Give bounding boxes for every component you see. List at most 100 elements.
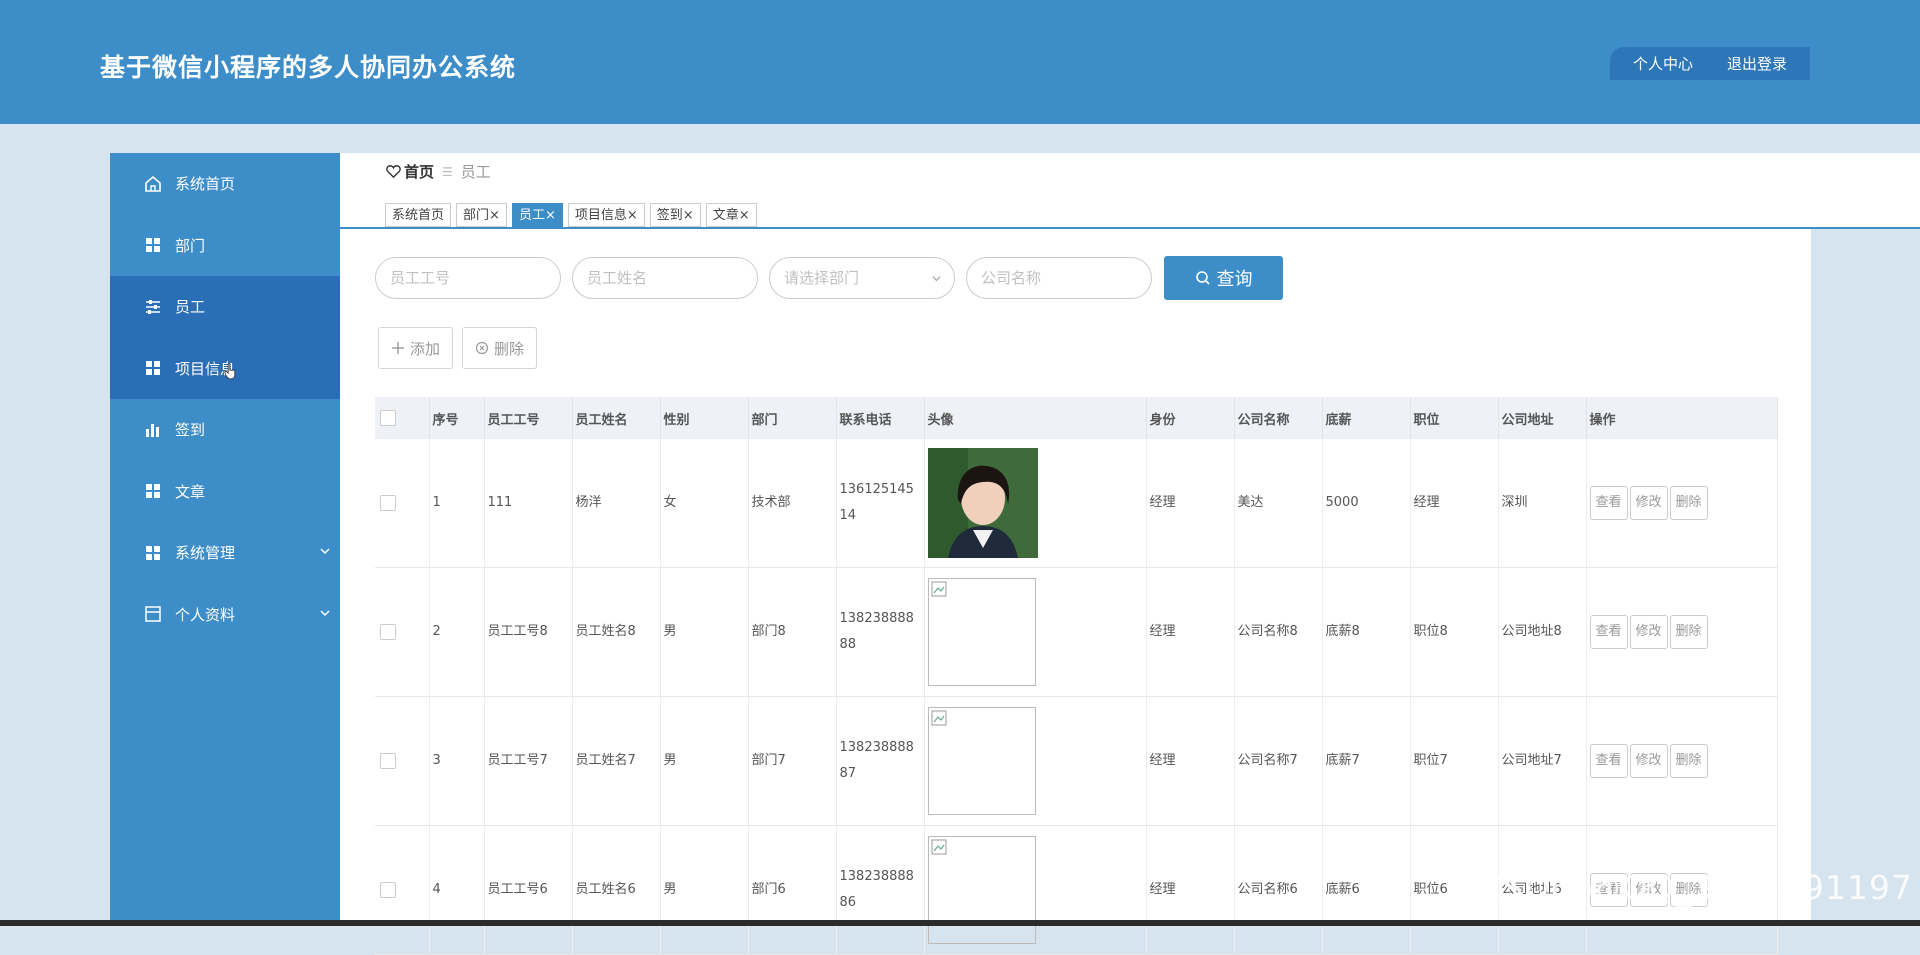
cell-dept: 部门7 <box>748 696 837 826</box>
tab-label: 项目信息 <box>574 208 627 223</box>
profile-link[interactable]: 个人中心 <box>1633 53 1693 74</box>
close-icon[interactable]: × <box>683 208 694 223</box>
sidebar-item-project-info[interactable]: 项目信息 <box>110 337 340 399</box>
cell-salary: 底薪7 <box>1322 696 1411 826</box>
breadcrumb-home[interactable]: 首页 <box>386 161 434 182</box>
sidebar-item-home[interactable]: 系统首页 <box>110 153 340 215</box>
cell-salary: 底薪8 <box>1322 567 1411 697</box>
department-select[interactable] <box>769 257 955 299</box>
cell-actions: 查看 修改 删除 <box>1586 567 1778 697</box>
chevron-down-icon <box>320 548 330 555</box>
sidebar-item-label: 员工 <box>175 298 206 317</box>
search-bar: 查询 <box>375 256 1283 300</box>
tab-system-home[interactable]: 系统首页 <box>385 203 452 227</box>
cell-company: 公司名称6 <box>1234 825 1323 955</box>
close-icon[interactable]: × <box>545 208 556 223</box>
tab-checkin[interactable]: 签到× <box>649 203 701 227</box>
sidebar-item-label: 签到 <box>175 421 206 440</box>
hand-cursor-icon <box>224 362 236 379</box>
sidebar-item-label: 文章 <box>175 482 206 501</box>
column-header: 底薪 <box>1322 397 1411 439</box>
sidebar-item-system-management[interactable]: 系统管理 <box>110 522 340 584</box>
tab-label: 文章 <box>712 208 739 223</box>
batch-delete-button[interactable]: 删除 <box>462 327 538 369</box>
logout-link[interactable]: 退出登录 <box>1727 53 1787 74</box>
query-button-label: 查询 <box>1216 269 1253 289</box>
row-checkbox[interactable] <box>380 494 396 511</box>
sidebar-item-checkin[interactable]: 签到 <box>110 399 340 461</box>
select-all-checkbox[interactable] <box>380 410 396 426</box>
sidebar-item-article[interactable]: 文章 <box>110 461 340 523</box>
home-icon <box>145 175 161 192</box>
top-header: 基于微信小程序的多人协同办公系统 个人中心 退出登录 <box>0 0 1920 124</box>
table-row: 2 员工工号8 员工姓名8 男 部门8 13823888888 经理 公司名称8… <box>375 567 1778 697</box>
view-button[interactable]: 查看 <box>1589 615 1628 649</box>
row-checkbox[interactable] <box>380 881 396 898</box>
delete-button[interactable]: 删除 <box>1669 744 1708 778</box>
sidebar-item-employee[interactable]: 员工 <box>110 276 340 338</box>
view-button[interactable]: 查看 <box>1589 486 1628 520</box>
action-bar: 添加 删除 <box>378 327 538 369</box>
cell-phone: 13823888887 <box>836 696 925 826</box>
employee-name-input[interactable] <box>572 257 758 299</box>
cell-emp-no: 员工工号8 <box>484 567 573 697</box>
tab-label: 员工 <box>518 208 545 223</box>
cell-position: 职位7 <box>1410 696 1499 826</box>
row-checkbox[interactable] <box>380 752 396 769</box>
tab-department[interactable]: 部门× <box>456 203 507 227</box>
avatar-placeholder <box>927 578 1036 686</box>
circle-x-icon <box>475 341 489 355</box>
view-button[interactable]: 查看 <box>1589 744 1628 778</box>
cell-gender: 男 <box>660 696 749 826</box>
column-header: 联系电话 <box>836 397 925 439</box>
delete-button[interactable]: 删除 <box>1669 486 1708 520</box>
tab-employee[interactable]: 员工× <box>511 203 563 227</box>
add-button-label: 添加 <box>410 340 441 358</box>
close-icon[interactable]: × <box>739 208 750 223</box>
cell-company: 公司名称7 <box>1234 696 1323 826</box>
tab-bar: 系统首页 部门× 员工× 项目信息× 签到× 文章× <box>385 203 757 227</box>
cell-avatar <box>924 567 1147 697</box>
row-checkbox[interactable] <box>380 623 396 640</box>
close-icon[interactable]: × <box>627 208 638 223</box>
query-button[interactable]: 查询 <box>1164 256 1283 300</box>
department-select-input[interactable] <box>769 257 955 299</box>
cell-emp-no: 111 <box>484 439 573 568</box>
cell-actions: 查看 修改 删除 <box>1586 696 1778 826</box>
tab-label: 签到 <box>656 208 683 223</box>
plus-icon <box>392 342 404 354</box>
table-row: 1 111 杨洋 女 技术部 13612514514 经理 美达 5000 经理… <box>375 439 1778 568</box>
grid-icon <box>146 238 160 253</box>
grid-icon <box>146 361 160 376</box>
sidebar-item-department[interactable]: 部门 <box>110 215 340 277</box>
cell-gender: 男 <box>660 567 749 697</box>
sidebar-item-profile[interactable]: 个人资料 <box>110 584 340 646</box>
cell-gender: 女 <box>660 439 749 568</box>
select-all-cell[interactable] <box>375 397 430 439</box>
employee-no-input[interactable] <box>375 257 561 299</box>
cell-avatar <box>924 439 1147 568</box>
tab-article[interactable]: 文章× <box>705 203 757 227</box>
cell-name: 员工姓名7 <box>572 696 661 826</box>
add-button[interactable]: 添加 <box>378 327 454 369</box>
cell-salary: 5000 <box>1322 439 1411 568</box>
tab-project-info[interactable]: 项目信息× <box>567 203 645 227</box>
column-header: 身份 <box>1146 397 1235 439</box>
search-icon <box>1195 271 1210 285</box>
cell-index: 4 <box>429 825 485 955</box>
app-title: 基于微信小程序的多人协同办公系统 <box>100 53 517 82</box>
column-header: 职位 <box>1410 397 1499 439</box>
company-name-input[interactable] <box>966 257 1152 299</box>
edit-button[interactable]: 修改 <box>1629 615 1668 649</box>
cell-salary: 底薪6 <box>1322 825 1411 955</box>
edit-button[interactable]: 修改 <box>1629 744 1668 778</box>
breadcrumb-bar: 首页 ☰ 员工 系统首页 部门× 员工× 项目信息× 签到× 文章× <box>340 153 1920 229</box>
delete-button[interactable]: 删除 <box>1669 615 1708 649</box>
edit-button[interactable]: 修改 <box>1629 486 1668 520</box>
cell-phone: 13612514514 <box>836 439 925 568</box>
cell-position: 职位8 <box>1410 567 1499 697</box>
cell-name: 员工姓名8 <box>572 567 661 697</box>
close-icon[interactable]: × <box>489 208 500 223</box>
cell-identity: 经理 <box>1146 825 1235 955</box>
cell-company: 公司名称8 <box>1234 567 1323 697</box>
